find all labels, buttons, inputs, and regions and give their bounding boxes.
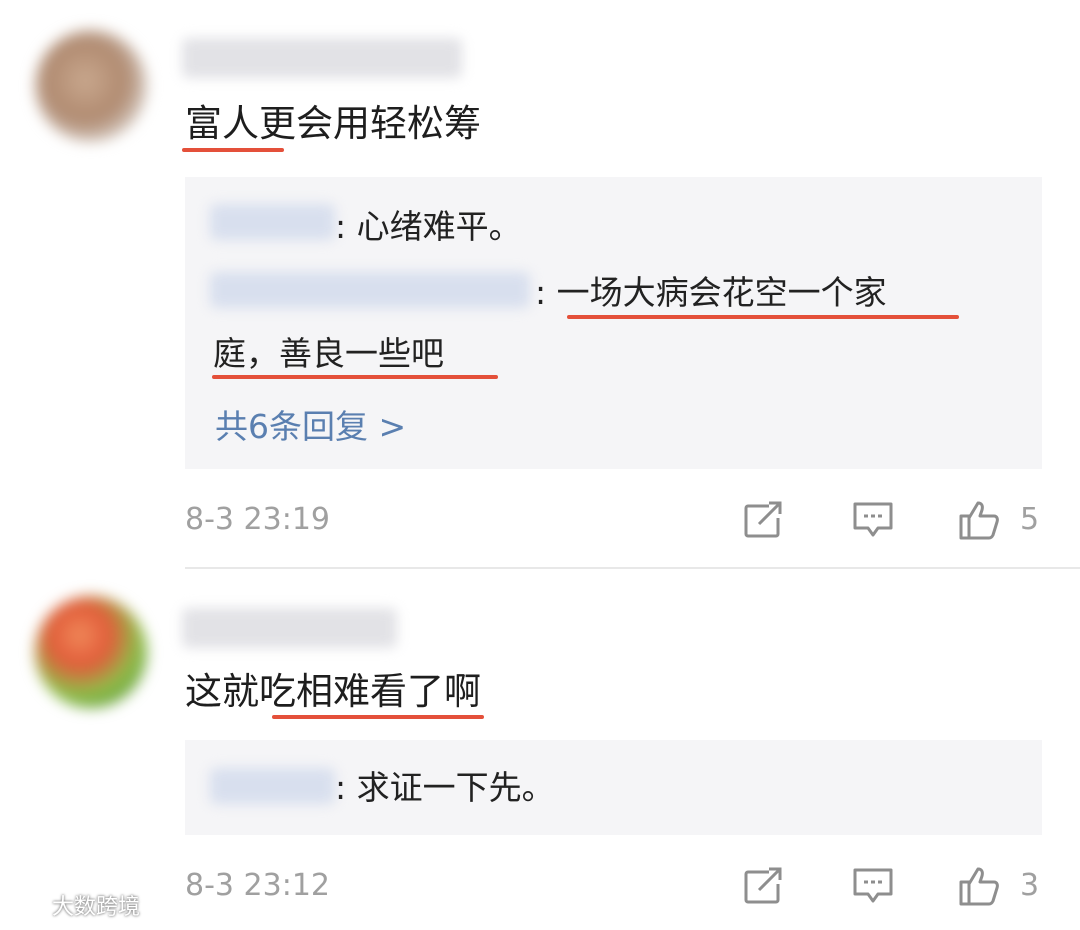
reply-text-line1: : 一场大病会花空一个家 bbox=[535, 273, 887, 312]
share-icon[interactable] bbox=[743, 866, 785, 906]
reply-username-blurred bbox=[210, 272, 530, 308]
comment-item: 富人更会用轻松筹 : 心绪难平。 : 一场大病会花空一个家 庭，善良一些吧 共6… bbox=[0, 0, 1080, 568]
reply-username-blurred bbox=[210, 204, 335, 240]
more-replies-link[interactable]: 共6条回复 > bbox=[215, 405, 406, 449]
highlight-underline bbox=[212, 375, 498, 379]
comment-text: 这就吃相难看了啊 bbox=[185, 670, 481, 713]
watermark: 大数跨境 bbox=[8, 893, 140, 923]
replies-box[interactable]: : 求证一下先。 bbox=[185, 740, 1042, 835]
reply-text-line2: 庭，善良一些吧 bbox=[213, 334, 444, 373]
highlight-underline bbox=[182, 148, 284, 152]
thumbs-up-icon[interactable] bbox=[958, 866, 1000, 906]
avatar[interactable] bbox=[35, 596, 147, 708]
share-icon[interactable] bbox=[743, 500, 785, 540]
reply-text: : 求证一下先。 bbox=[335, 768, 555, 807]
timestamp: 8-3 23:19 bbox=[185, 502, 330, 537]
like-count: 3 bbox=[1020, 868, 1040, 903]
reply-username-blurred bbox=[210, 768, 335, 804]
divider bbox=[185, 567, 1080, 569]
avatar[interactable] bbox=[35, 30, 147, 142]
like-count: 5 bbox=[1020, 502, 1040, 537]
comment-icon[interactable] bbox=[852, 866, 894, 906]
thumbs-up-icon[interactable] bbox=[958, 500, 1000, 540]
highlight-underline bbox=[567, 315, 959, 319]
watermark-text: 大数跨境 bbox=[52, 895, 141, 920]
timestamp: 8-3 23:12 bbox=[185, 868, 330, 903]
replies-box[interactable]: : 心绪难平。 : 一场大病会花空一个家 庭，善良一些吧 共6条回复 > bbox=[185, 177, 1042, 469]
username-blurred[interactable] bbox=[182, 38, 462, 78]
comment-text: 富人更会用轻松筹 bbox=[185, 102, 481, 145]
weibo-logo-icon bbox=[8, 897, 46, 921]
reply-text: : 心绪难平。 bbox=[335, 207, 522, 246]
highlight-underline bbox=[272, 715, 484, 719]
comment-item: 这就吃相难看了啊 : 求证一下先。 8-3 23:12 3 bbox=[0, 570, 1080, 930]
comment-icon[interactable] bbox=[852, 500, 894, 540]
username-blurred[interactable] bbox=[182, 608, 397, 648]
